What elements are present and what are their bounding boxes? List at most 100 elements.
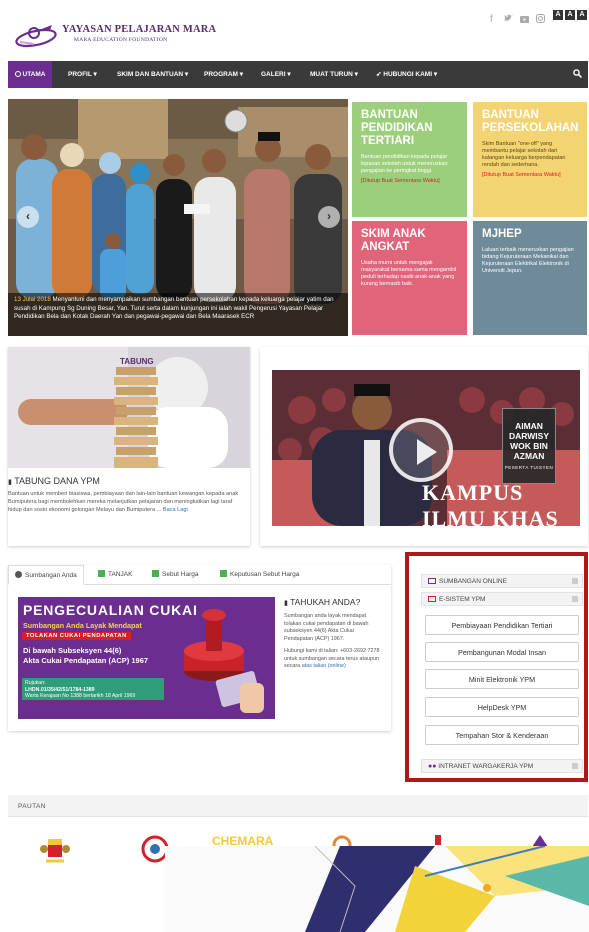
instagram-icon[interactable] (536, 14, 545, 26)
tile-desc: Laluan terbaik meneruskan pengajian bida… (482, 247, 574, 274)
tab-label: Sebut Harga (162, 571, 199, 578)
tab-label: Sumbangan Anda (25, 572, 77, 579)
tabung-title[interactable]: ▮ TABUNG DANA YPM (8, 476, 100, 486)
twitter-icon[interactable] (504, 14, 513, 25)
tahukah-title-text: TAHUKAH ANDA? (290, 597, 361, 607)
nav-item-muat-turun[interactable]: MUAT TURUN ▾ (310, 61, 358, 88)
tahukah-desc: Sumbangan anda layak mendapat tolakan cu… (284, 613, 384, 671)
tile-bantuan-persekolahan[interactable]: BANTUAN PERSEKOLAHAN Skim Bantuan "one-o… (473, 102, 587, 217)
nav-item-utama[interactable]: UTAMA (8, 61, 52, 88)
nav-label: PROGRAM (204, 71, 238, 78)
tile-desc: Usaha murni untuk mengajak masyarakat be… (361, 260, 457, 287)
expand-icon (572, 578, 578, 584)
facebook-icon[interactable]: f (490, 14, 493, 25)
tile-note: [Ditutup Buat Sementara Waktu] (482, 172, 561, 178)
tahukah-text-1: Sumbangan anda layak mendapat tolakan cu… (284, 613, 369, 642)
tab-label: Keputusan Sebut Harga (230, 571, 300, 578)
play-button[interactable] (389, 418, 453, 482)
youtube-icon[interactable] (520, 14, 529, 26)
banner-title: PENGECUALIAN CUKAI (23, 602, 198, 618)
card-icon (428, 578, 436, 584)
accordion-e-sistem-ypm[interactable]: E-SISTEM YPM (421, 592, 583, 606)
nav-label: HUBUNGI KAMI (383, 71, 433, 78)
tile-skim-anak-angkat[interactable]: SKIM ANAK ANGKAT Usaha murni untuk menga… (352, 221, 467, 335)
button-pembangunan-modal-insan[interactable]: Pembangunan Modal Insan (425, 642, 579, 662)
accordion-label: SUMBANGAN ONLINE (439, 578, 507, 585)
tabung-photo[interactable]: TABUNG (8, 347, 250, 468)
font-size-medium-button[interactable]: A (565, 10, 575, 20)
pin-icon: ▮ (8, 479, 12, 486)
tabung-desc-text: Bantuan untuk memberi biasiswa, pembiaya… (8, 491, 239, 513)
tile-mjhep[interactable]: MJHEP Laluan terbaik meneruskan pengajia… (473, 221, 587, 335)
caret-down-icon: ▾ (433, 71, 438, 78)
video-name-card: AIMAN DARWISY WOK BIN AZMAN PESERTA TUIS… (502, 408, 556, 484)
tabung-desc: Bantuan untuk memberi biasiswa, pembiaya… (8, 490, 244, 514)
tab-sebut-harga[interactable]: Sebut Harga (152, 565, 199, 585)
tahukah-text-2-wrap: Hubungi kami di talian: +603-2692 7278 u… (284, 648, 384, 671)
accordion-label: E-SISTEM YPM (439, 596, 486, 603)
tab-keputusan-sebut-harga[interactable]: Keputusan Sebut Harga (220, 565, 299, 585)
stamp-illustration (184, 609, 264, 713)
banner-ref-3: Warta Kerajaan No 1388 bertarikh 18 Apri… (25, 693, 136, 699)
jenga-tower (114, 367, 158, 468)
accordion-label: INTRANET WARGAKERJA YPM (438, 763, 534, 770)
expand-icon (572, 763, 578, 769)
button-minit-elektronik-ypm[interactable]: Minit Elektronik YPM (425, 669, 579, 689)
tile-title: BANTUAN PERSEKOLAHAN (482, 109, 579, 134)
button-pembiayaan-pendidikan-tertiari[interactable]: Pembiayaan Pendidikan Tertiari (425, 615, 579, 635)
accordion-sumbangan-online[interactable]: SUMBANGAN ONLINE (421, 574, 583, 588)
hero-next-button[interactable]: › (318, 206, 340, 228)
home-icon (14, 71, 21, 77)
banner-subtitle: Sumbangan Anda Layak Mendapat (23, 621, 142, 630)
send-icon: ➶ (376, 71, 382, 78)
info-tabs: Sumbangan Anda TANJAK Sebut Harga Keputu… (8, 565, 391, 585)
button-helpdesk-ypm[interactable]: HelpDesk YPM (425, 697, 579, 717)
nav-label: GALERI (261, 71, 286, 78)
partner-logo-chemara[interactable]: CHEMARA (212, 833, 282, 847)
nav-label: SKIM DAN BANTUAN (117, 71, 184, 78)
tile-desc: Skim Bantuan "one-off" yang membantu pel… (482, 141, 566, 168)
tile-bantuan-pendidikan-tertiari[interactable]: BANTUAN PENDIDIKAN TERTIARI Bantuan pend… (352, 102, 467, 217)
font-size-large-button[interactable]: A (577, 10, 587, 20)
decorative-overlay-graphic (165, 846, 589, 932)
video-person-name: AIMAN DARWISY WOK BIN AZMAN (509, 421, 549, 461)
hero-date: 13 Julai 2018 (14, 296, 51, 303)
search-icon[interactable] (573, 69, 582, 78)
caret-down-icon: ▾ (184, 71, 189, 78)
nav-item-hubungi-kami[interactable]: ➶ HUBUNGI KAMI ▾ (376, 61, 437, 88)
logo-title[interactable]: YAYASAN PELAJARAN MARA (62, 24, 216, 35)
document-icon (152, 570, 159, 577)
video-caption: KAMPUS ILMU KHAS (422, 480, 559, 526)
font-size-small-button[interactable]: A (553, 10, 563, 20)
hero-prev-button[interactable]: ‹ (17, 206, 39, 228)
nav-item-galeri[interactable]: GALERI ▾ (261, 61, 291, 88)
tab-label: TANJAK (108, 571, 133, 578)
partner-logo-5[interactable] (432, 833, 446, 847)
partner-logo-jata-negara[interactable] (40, 833, 70, 867)
hero-slider[interactable]: ‹ › 13 Julai 2018 Menyantuni dan menyamp… (8, 99, 348, 336)
overlay-shapes (165, 846, 589, 932)
ypm-logo-icon[interactable] (14, 22, 60, 48)
banner-law: Di bawah Subseksyen 44(6) Akta Cukai Pen… (23, 646, 148, 666)
video-player[interactable]: AIMAN DARWISY WOK BIN AZMAN PESERTA TUIS… (272, 370, 580, 526)
tab-sumbangan-anda[interactable]: Sumbangan Anda (8, 565, 84, 585)
tax-exemption-banner[interactable]: PENGECUALIAN CUKAI Sumbangan Anda Layak … (18, 597, 275, 719)
pautan-title: PAUTAN (18, 803, 46, 810)
accordion-intranet-wargakerja[interactable]: ●● INTRANET WARGAKERJA YPM (421, 759, 583, 773)
caret-down-icon: ▾ (354, 71, 358, 78)
nav-item-skim-dan-bantuan[interactable]: SKIM DAN BANTUAN ▾ (117, 61, 188, 88)
document-icon (220, 570, 227, 577)
banner-red-label: TOLAKAN CUKAI PENDAPATAN (22, 632, 131, 640)
button-tempahan-stor-kenderaan[interactable]: Tempahan Stor & Kenderaan (425, 725, 579, 745)
pin-icon: ▮ (284, 600, 288, 607)
tile-desc: Bantuan pendidikan kepada pelajar lepasa… (361, 154, 448, 174)
hero-caption-text: Menyantuni dan menyampaikan sumbangan ba… (14, 296, 334, 320)
read-more-link[interactable]: Baca Lagi (163, 507, 188, 513)
online-link[interactable]: atas talian (online) (302, 663, 346, 669)
tab-tanjak[interactable]: TANJAK (98, 565, 132, 585)
site-header: YAYASAN PELAJARAN MARA MARA EDUCATION FO… (0, 0, 589, 60)
nav-item-program[interactable]: PROGRAM ▾ (204, 61, 243, 88)
tile-note: [Ditutup Buat Sementara Waktu] (361, 178, 440, 184)
users-icon: ●● (428, 763, 437, 770)
nav-item-profil[interactable]: PROFIL ▾ (68, 61, 97, 88)
